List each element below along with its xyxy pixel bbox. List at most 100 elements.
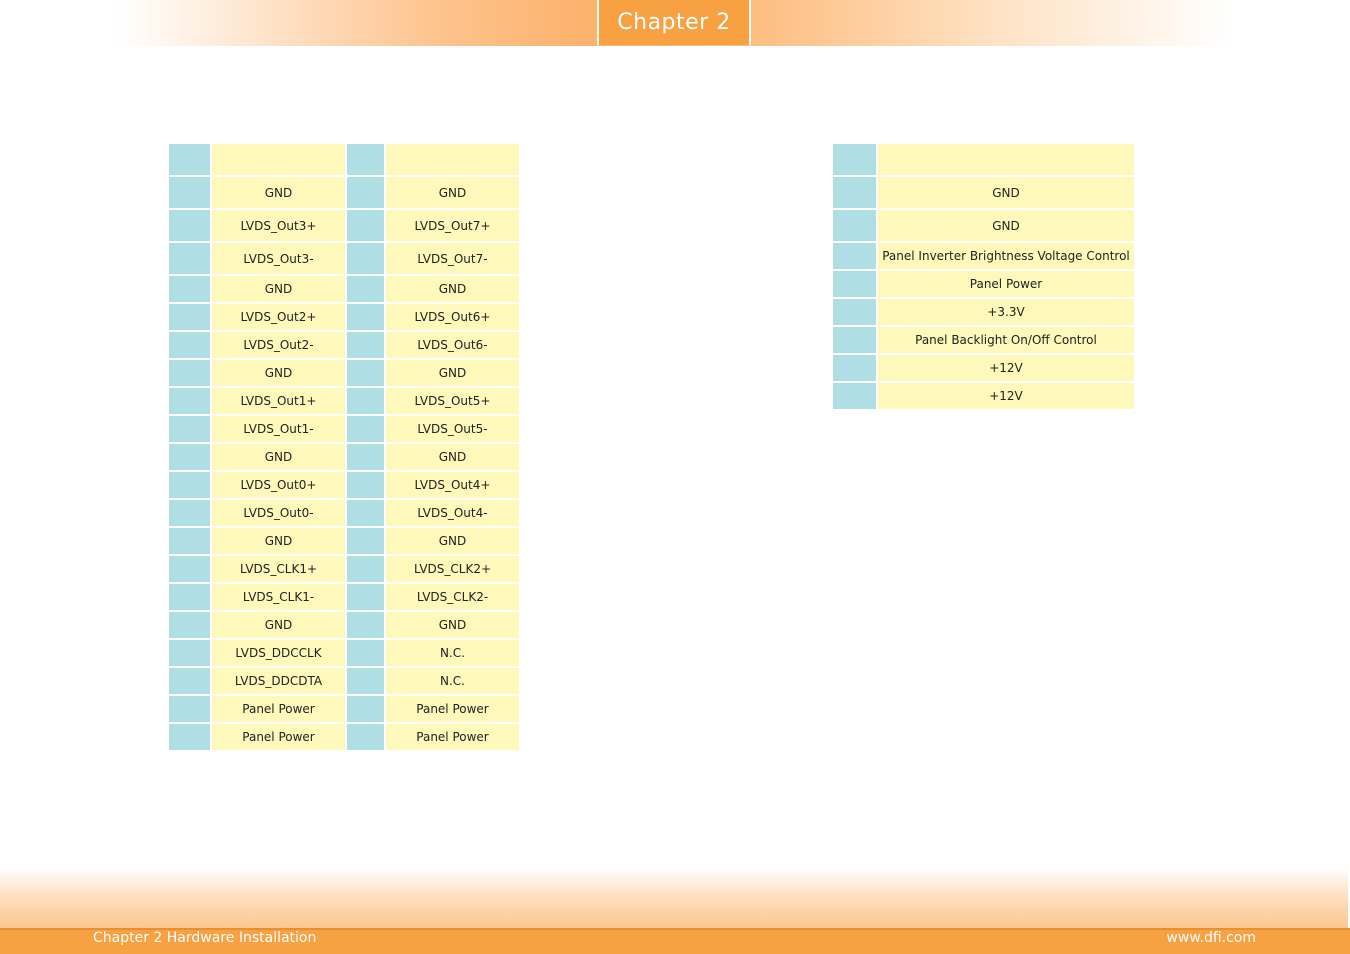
signal-cell: +12V	[878, 355, 1134, 381]
pin-number-cell	[833, 383, 876, 409]
lvds-pin-table: GND GND LVDS_Out3+ LVDS_Out7+ LVDS_Out3- LVDS…	[167, 142, 521, 752]
signal-cell: LVDS_Out3-	[212, 243, 345, 274]
pin-number-cell	[347, 177, 384, 208]
table-row: LVDS_Out0- LVDS_Out4-	[169, 500, 519, 526]
footer-gradient-band	[0, 868, 1348, 930]
pin-number-cell	[347, 416, 384, 442]
signal-cell: GND	[386, 444, 519, 470]
pin-number-cell	[169, 177, 210, 208]
table-row: LVDS_Out2+ LVDS_Out6+	[169, 304, 519, 330]
signal-cell: LVDS_CLK1+	[212, 556, 345, 582]
pin-number-cell	[169, 276, 210, 302]
table-row: Panel Power Panel Power	[169, 724, 519, 750]
signal-cell: LVDS_Out5-	[386, 416, 519, 442]
table-row: Panel Power Panel Power	[169, 696, 519, 722]
pin-number-cell	[347, 584, 384, 610]
footer-website: www.dfi.com	[1166, 930, 1256, 946]
pin-number-cell	[169, 528, 210, 554]
pin-number-cell	[169, 556, 210, 582]
pin-number-cell	[169, 332, 210, 358]
pin-number-cell	[347, 332, 384, 358]
signal-cell: GND	[878, 177, 1134, 208]
signal-cell: LVDS_Out0-	[212, 500, 345, 526]
table-row: LVDS_CLK1- LVDS_CLK2-	[169, 584, 519, 610]
signal-header-cell	[212, 144, 345, 175]
chapter-tab: Chapter 2	[597, 0, 751, 45]
signal-cell: LVDS_Out2-	[212, 332, 345, 358]
table-row: LVDS_DDCCLK N.C.	[169, 640, 519, 666]
signal-cell: LVDS_DDCDTA	[212, 668, 345, 694]
pin-number-cell	[347, 360, 384, 386]
signal-cell: GND	[386, 177, 519, 208]
table-row: GND GND	[169, 444, 519, 470]
signal-cell: Panel Power	[212, 696, 345, 722]
table-row: GND	[833, 177, 1134, 208]
signal-cell: N.C.	[386, 668, 519, 694]
table-row: GND GND	[169, 360, 519, 386]
pin-number-cell	[169, 360, 210, 386]
signal-cell: GND	[386, 276, 519, 302]
signal-cell: GND	[878, 210, 1134, 241]
table-row: Panel Inverter Brightness Voltage Contro…	[833, 243, 1134, 269]
signal-cell: LVDS_Out3+	[212, 210, 345, 241]
pin-number-cell	[347, 304, 384, 330]
pin-number-cell	[347, 696, 384, 722]
pin-number-cell	[169, 500, 210, 526]
signal-cell: Panel Power	[878, 271, 1134, 297]
signal-cell: Panel Inverter Brightness Voltage Contro…	[878, 243, 1134, 269]
pin-number-cell	[169, 416, 210, 442]
pin-number-cell	[347, 640, 384, 666]
pin-number-cell	[169, 668, 210, 694]
signal-cell: GND	[212, 276, 345, 302]
signal-cell: LVDS_Out5+	[386, 388, 519, 414]
pin-number-cell	[347, 528, 384, 554]
signal-header-cell	[386, 144, 519, 175]
signal-cell: LVDS_CLK1-	[212, 584, 345, 610]
backlight-pin-table: GND GND Panel Inverter Brightness Voltage …	[831, 142, 1136, 411]
pin-header-cell	[833, 144, 876, 175]
table-row: GND GND	[169, 177, 519, 208]
signal-header-cell	[878, 144, 1134, 175]
table-row: LVDS_Out3- LVDS_Out7-	[169, 243, 519, 274]
signal-cell: LVDS_Out0+	[212, 472, 345, 498]
signal-cell: LVDS_Out2+	[212, 304, 345, 330]
pin-number-cell	[347, 724, 384, 750]
pin-number-cell	[347, 243, 384, 274]
signal-cell: GND	[386, 528, 519, 554]
pin-number-cell	[169, 472, 210, 498]
pin-number-cell	[347, 444, 384, 470]
table-row: LVDS_Out2- LVDS_Out6-	[169, 332, 519, 358]
table-row: LVDS_Out0+ LVDS_Out4+	[169, 472, 519, 498]
signal-cell: LVDS_CLK2-	[386, 584, 519, 610]
signal-cell: GND	[212, 177, 345, 208]
pin-number-cell	[347, 668, 384, 694]
table-header-row	[169, 144, 519, 175]
table-row: LVDS_DDCDTA N.C.	[169, 668, 519, 694]
signal-cell: LVDS_Out4+	[386, 472, 519, 498]
pin-header-cell	[169, 144, 210, 175]
pin-number-cell	[169, 724, 210, 750]
pin-number-cell	[169, 584, 210, 610]
signal-cell: Panel Power	[212, 724, 345, 750]
table-row: +12V	[833, 355, 1134, 381]
table-row: +12V	[833, 383, 1134, 409]
pin-number-cell	[169, 304, 210, 330]
pin-number-cell	[169, 640, 210, 666]
pin-number-cell	[347, 388, 384, 414]
table-header-row	[833, 144, 1134, 175]
signal-cell: Panel Power	[386, 724, 519, 750]
table-row: Panel Power	[833, 271, 1134, 297]
signal-cell: LVDS_Out7+	[386, 210, 519, 241]
pin-number-cell	[169, 612, 210, 638]
signal-cell: Panel Backlight On/Off Control	[878, 327, 1134, 353]
table-row: GND	[833, 210, 1134, 241]
pin-number-cell	[833, 271, 876, 297]
table-row: GND GND	[169, 528, 519, 554]
signal-cell: +12V	[878, 383, 1134, 409]
signal-cell: LVDS_Out1-	[212, 416, 345, 442]
table-row: LVDS_CLK1+ LVDS_CLK2+	[169, 556, 519, 582]
pin-number-cell	[833, 299, 876, 325]
table-row: +3.3V	[833, 299, 1134, 325]
pin-number-cell	[347, 472, 384, 498]
pin-number-cell	[347, 210, 384, 241]
